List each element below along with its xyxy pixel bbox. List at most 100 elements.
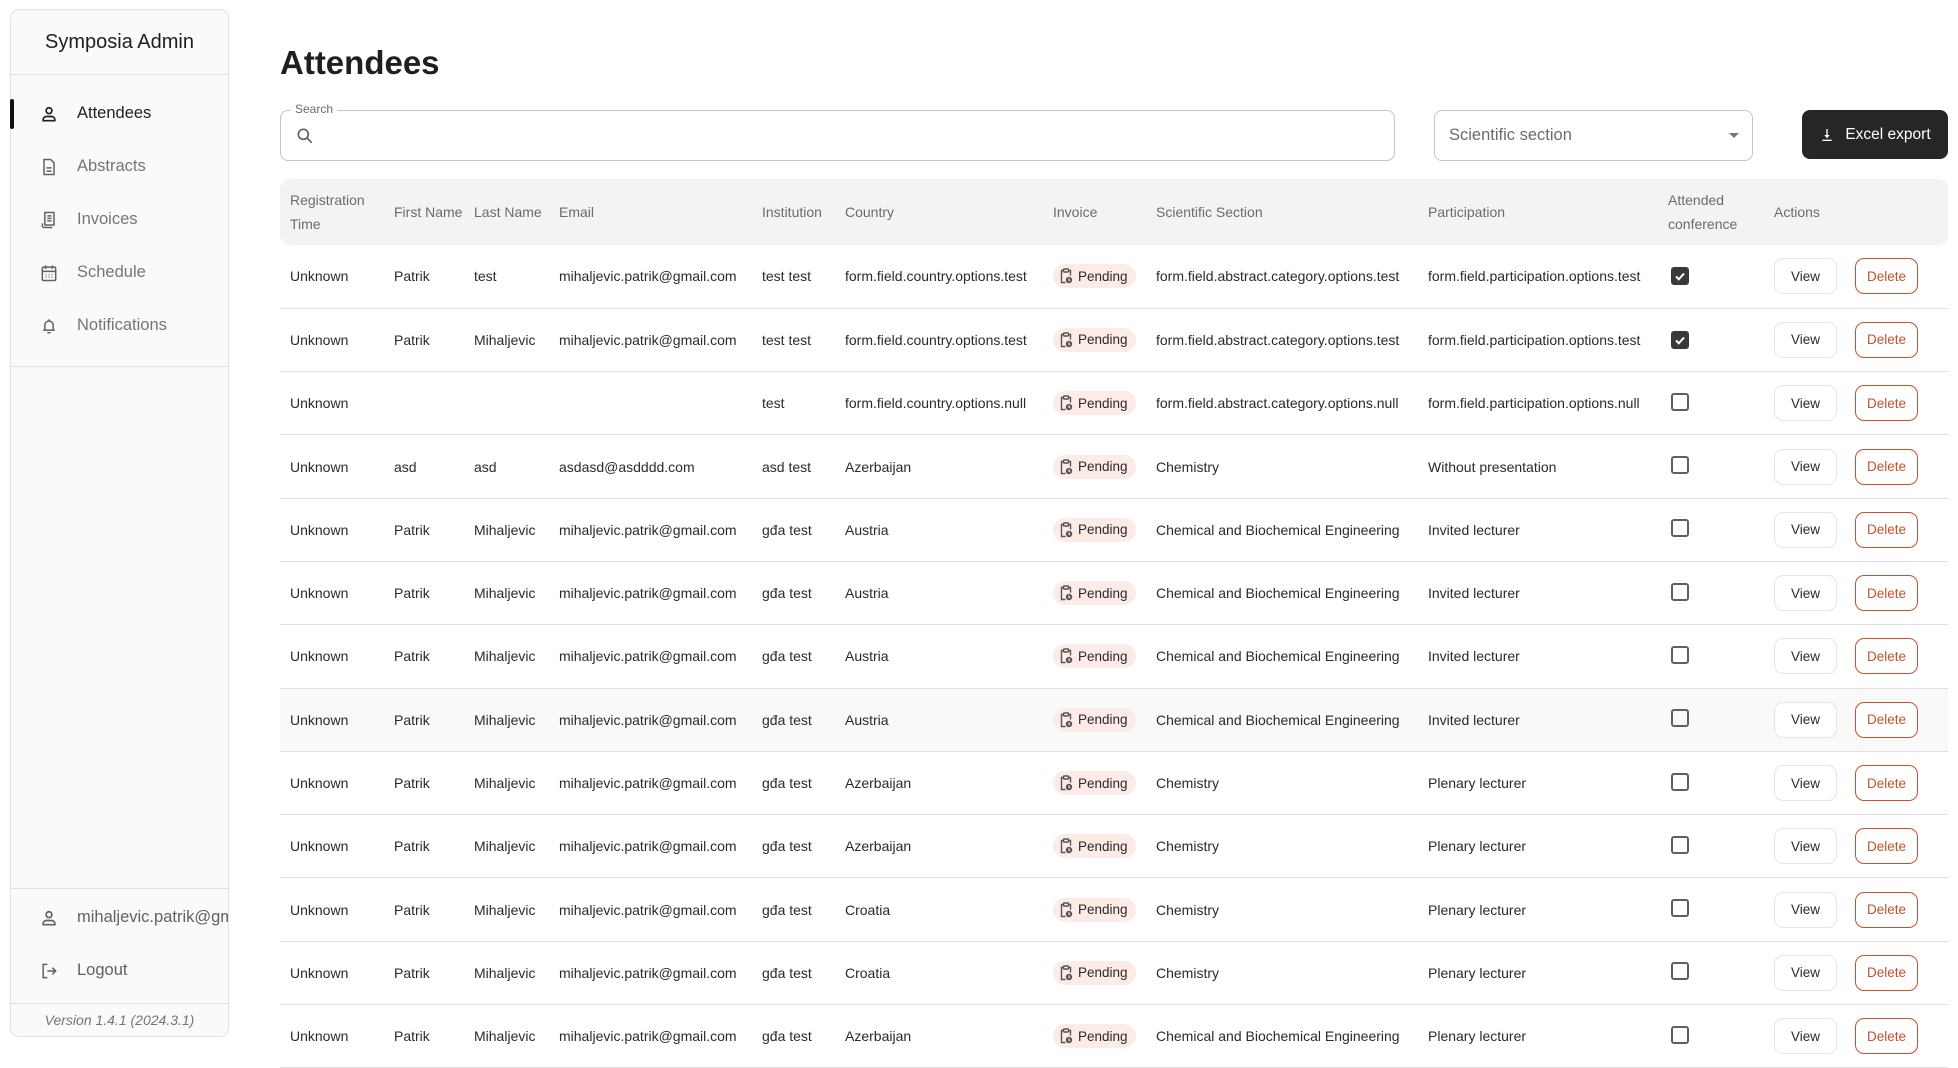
- view-button[interactable]: View: [1774, 701, 1837, 738]
- user-account[interactable]: mihaljevic.patrik@gmail.com: [11, 891, 228, 944]
- column-header[interactable]: Institution: [752, 179, 835, 245]
- delete-button[interactable]: Delete: [1855, 511, 1918, 548]
- attended-checkbox[interactable]: [1671, 899, 1689, 918]
- user-email: mihaljevic.patrik@gmail.com: [77, 908, 228, 926]
- column-header[interactable]: Attended conference: [1658, 179, 1764, 245]
- invoice-cell: Pending: [1043, 814, 1146, 879]
- delete-button[interactable]: Delete: [1855, 448, 1918, 485]
- actions-cell: View Delete: [1764, 688, 1948, 752]
- delete-button[interactable]: Delete: [1855, 385, 1918, 422]
- view-button[interactable]: View: [1774, 511, 1837, 548]
- excel-export-button[interactable]: Excel export: [1802, 110, 1948, 159]
- delete-button[interactable]: Delete: [1855, 258, 1918, 295]
- delete-button[interactable]: Delete: [1855, 321, 1918, 358]
- logout-button[interactable]: Logout: [11, 944, 228, 997]
- view-button[interactable]: View: [1774, 1018, 1837, 1055]
- view-button[interactable]: View: [1774, 385, 1837, 422]
- sidebar-item-notifications[interactable]: Notifications: [11, 299, 228, 352]
- invoice-cell: Pending: [1043, 688, 1146, 752]
- attended-cell: [1658, 498, 1764, 562]
- delete-button[interactable]: Delete: [1855, 765, 1918, 802]
- view-button[interactable]: View: [1774, 321, 1837, 358]
- view-button[interactable]: View: [1774, 258, 1837, 295]
- pending-clipboard-icon: [1059, 712, 1078, 728]
- first-name-cell: Patrik: [384, 814, 464, 879]
- search-field[interactable]: Search: [280, 102, 1395, 161]
- attended-checkbox[interactable]: [1671, 709, 1689, 728]
- email-cell: [549, 371, 752, 436]
- attended-checkbox[interactable]: [1671, 456, 1689, 475]
- column-header[interactable]: Email: [549, 179, 752, 245]
- first-name-cell: Patrik: [384, 751, 464, 816]
- attended-checkbox[interactable]: [1671, 267, 1689, 286]
- registration-time-cell: Unknown: [280, 1004, 384, 1068]
- delete-button[interactable]: Delete: [1855, 701, 1918, 738]
- column-header[interactable]: Scientific Section: [1146, 179, 1418, 245]
- institution-cell: test: [752, 371, 835, 436]
- invoice-status-badge: Pending: [1053, 771, 1136, 796]
- table-row: Unknown Patrik Mihaljevic mihaljevic.patrik…: [280, 308, 1948, 373]
- scientific-section-select[interactable]: Scientific section: [1434, 110, 1753, 161]
- registration-time-cell: Unknown: [280, 688, 384, 752]
- view-button[interactable]: View: [1774, 954, 1837, 991]
- attended-checkbox[interactable]: [1671, 962, 1689, 981]
- delete-button[interactable]: Delete: [1855, 638, 1918, 675]
- institution-cell: asd test: [752, 434, 835, 499]
- attended-checkbox[interactable]: [1671, 1025, 1689, 1044]
- table-row: Unknown Patrik test mihaljevic.patrik@gmail…: [280, 245, 1948, 309]
- sidebar-item-abstracts[interactable]: Abstracts: [11, 140, 228, 193]
- invoice-status-badge: Pending: [1053, 264, 1136, 289]
- view-button[interactable]: View: [1774, 638, 1837, 675]
- invoice-status-badge: Pending: [1053, 834, 1136, 859]
- table-row: Unknown Patrik Mihaljevic mihaljevic.patrik…: [280, 624, 1948, 689]
- pending-clipboard-icon: [1059, 775, 1078, 791]
- sidebar-item-attendees[interactable]: Attendees: [10, 87, 228, 140]
- view-button[interactable]: View: [1774, 448, 1837, 485]
- view-button[interactable]: View: [1774, 575, 1837, 612]
- invoice-status-label: Pending: [1078, 459, 1128, 475]
- view-button[interactable]: View: [1774, 765, 1837, 802]
- column-header[interactable]: Invoice: [1043, 179, 1146, 245]
- attended-checkbox[interactable]: [1671, 392, 1689, 411]
- attended-checkbox[interactable]: [1671, 772, 1689, 791]
- first-name-cell: Patrik: [384, 245, 464, 309]
- page-title: Attendees: [280, 44, 440, 81]
- delete-button[interactable]: Delete: [1855, 828, 1918, 865]
- email-cell: mihaljevic.patrik@gmail.com: [549, 245, 752, 309]
- participation-cell: Invited lecturer: [1418, 498, 1658, 562]
- attended-checkbox[interactable]: [1671, 582, 1689, 601]
- attended-checkbox[interactable]: [1671, 330, 1689, 349]
- email-cell: mihaljevic.patrik@gmail.com: [549, 688, 752, 752]
- column-header[interactable]: Last Name: [464, 179, 549, 245]
- attended-checkbox[interactable]: [1671, 835, 1689, 854]
- view-button[interactable]: View: [1774, 828, 1837, 865]
- delete-button[interactable]: Delete: [1855, 891, 1918, 928]
- delete-button[interactable]: Delete: [1855, 954, 1918, 991]
- last-name-cell: asd: [464, 434, 549, 499]
- actions-cell: View Delete: [1764, 751, 1948, 816]
- actions-cell: View Delete: [1764, 371, 1948, 436]
- registration-time-cell: Unknown: [280, 941, 384, 1006]
- scientific-section-cell: Chemistry: [1146, 877, 1418, 942]
- invoice-status-badge: Pending: [1053, 897, 1136, 922]
- person-icon: [39, 908, 59, 928]
- scientific-section-cell: Chemistry: [1146, 434, 1418, 499]
- column-header[interactable]: Country: [835, 179, 1043, 245]
- institution-cell: gđa test: [752, 688, 835, 752]
- last-name-cell: Mihaljevic: [464, 751, 549, 816]
- sidebar-item-invoices[interactable]: Invoices: [11, 193, 228, 246]
- sidebar-item-schedule[interactable]: Schedule: [11, 246, 228, 299]
- attended-checkbox[interactable]: [1671, 519, 1689, 538]
- invoice-status-label: Pending: [1078, 395, 1128, 411]
- delete-button[interactable]: Delete: [1855, 1018, 1918, 1055]
- view-button[interactable]: View: [1774, 891, 1837, 928]
- column-header[interactable]: First Name: [384, 179, 464, 245]
- search-input[interactable]: [325, 117, 1384, 154]
- column-header[interactable]: Participation: [1418, 179, 1658, 245]
- institution-cell: gđa test: [752, 1004, 835, 1068]
- first-name-cell: Patrik: [384, 561, 464, 626]
- column-header[interactable]: Registration Time: [280, 179, 384, 245]
- attended-checkbox[interactable]: [1671, 645, 1689, 664]
- delete-button[interactable]: Delete: [1855, 575, 1918, 612]
- invoice-cell: Pending: [1043, 434, 1146, 499]
